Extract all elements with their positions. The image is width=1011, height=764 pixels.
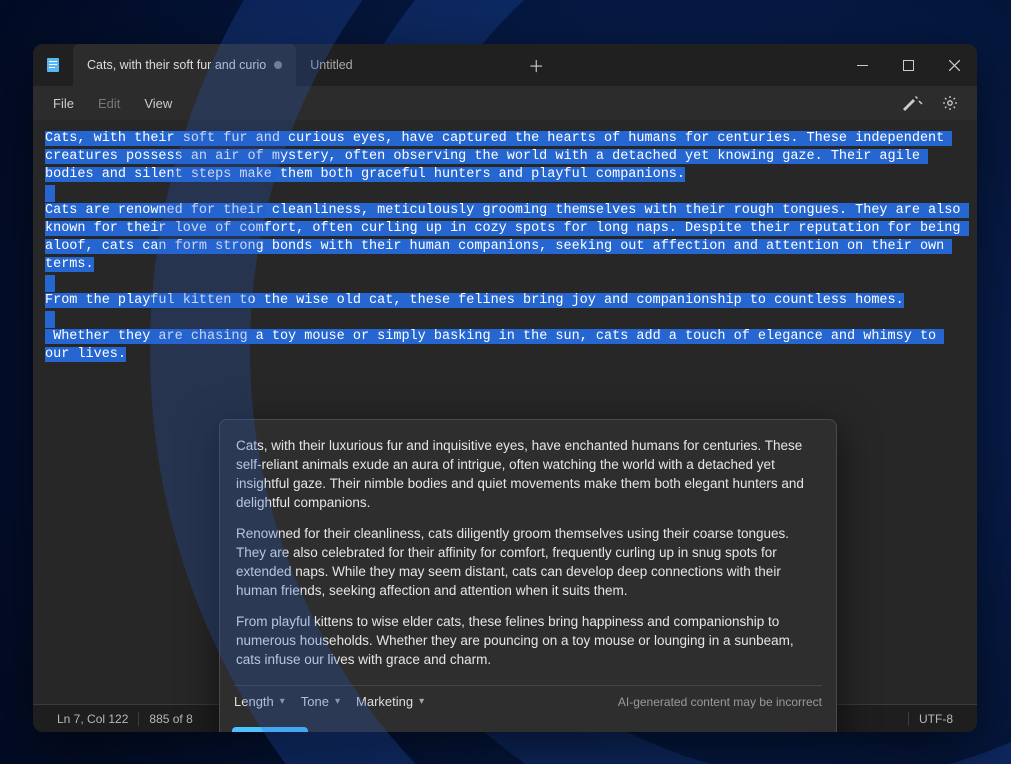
status-cursor: Ln 7, Col 122 — [47, 712, 138, 726]
replace-button[interactable]: Replace — [232, 727, 308, 732]
notepad-window: Cats, with their soft fur and curio Unti… — [33, 44, 977, 732]
menu-file[interactable]: File — [43, 92, 84, 115]
ai-disclaimer: AI-generated content may be incorrect — [618, 695, 822, 709]
copy-icon[interactable] — [434, 731, 454, 733]
menu-view[interactable]: View — [134, 92, 182, 115]
chevron-down-icon: ▾ — [335, 696, 340, 707]
ai-actions-row: Replace 1 of 3 ✦ 40 — [220, 719, 836, 732]
tab-inactive[interactable]: Untitled — [296, 44, 516, 86]
ai-rewrite-icon[interactable] — [895, 90, 929, 116]
app-icon — [33, 44, 73, 86]
ai-suggestion-text: Cats, with their luxurious fur and inqui… — [220, 420, 836, 679]
maximize-button[interactable] — [885, 44, 931, 86]
ai-rewrite-panel: Cats, with their luxurious fur and inqui… — [219, 419, 837, 732]
tab-active[interactable]: Cats, with their soft fur and curio — [73, 44, 296, 86]
prev-suggestion-button[interactable] — [320, 731, 340, 733]
status-encoding: UTF-8 — [909, 712, 963, 726]
modified-indicator-icon — [274, 61, 282, 69]
chevron-down-icon: ▾ — [419, 696, 424, 707]
status-chars: 885 of 8 — [139, 712, 202, 726]
ai-options-row: Length▾ Tone▾ Marketing▾ AI-generated co… — [220, 686, 836, 719]
length-dropdown[interactable]: Length▾ — [234, 694, 285, 709]
titlebar: Cats, with their soft fur and curio Unti… — [33, 44, 977, 86]
menubar: File Edit View — [33, 86, 977, 120]
next-suggestion-button[interactable] — [400, 731, 420, 733]
document-text: Cats, with their soft fur and curious ey… — [45, 130, 965, 364]
flag-icon[interactable] — [756, 731, 776, 733]
close-icon[interactable] — [502, 731, 522, 733]
format-dropdown[interactable]: Marketing▾ — [356, 694, 424, 709]
settings-icon[interactable] — [933, 90, 967, 116]
refresh-icon[interactable] — [468, 731, 488, 733]
menu-edit[interactable]: Edit — [88, 92, 130, 115]
minimize-button[interactable] — [839, 44, 885, 86]
tab-title: Cats, with their soft fur and curio — [87, 58, 266, 72]
editor-area[interactable]: Cats, with their soft fur and curious ey… — [33, 120, 977, 704]
new-tab-button[interactable]: ＋ — [516, 44, 556, 86]
chevron-down-icon: ▾ — [280, 696, 285, 707]
tab-title: Untitled — [310, 58, 352, 72]
tone-dropdown[interactable]: Tone▾ — [301, 694, 340, 709]
statusbar: Ln 7, Col 122 885 of 8 UTF-8 — [33, 704, 977, 732]
close-button[interactable] — [931, 44, 977, 86]
